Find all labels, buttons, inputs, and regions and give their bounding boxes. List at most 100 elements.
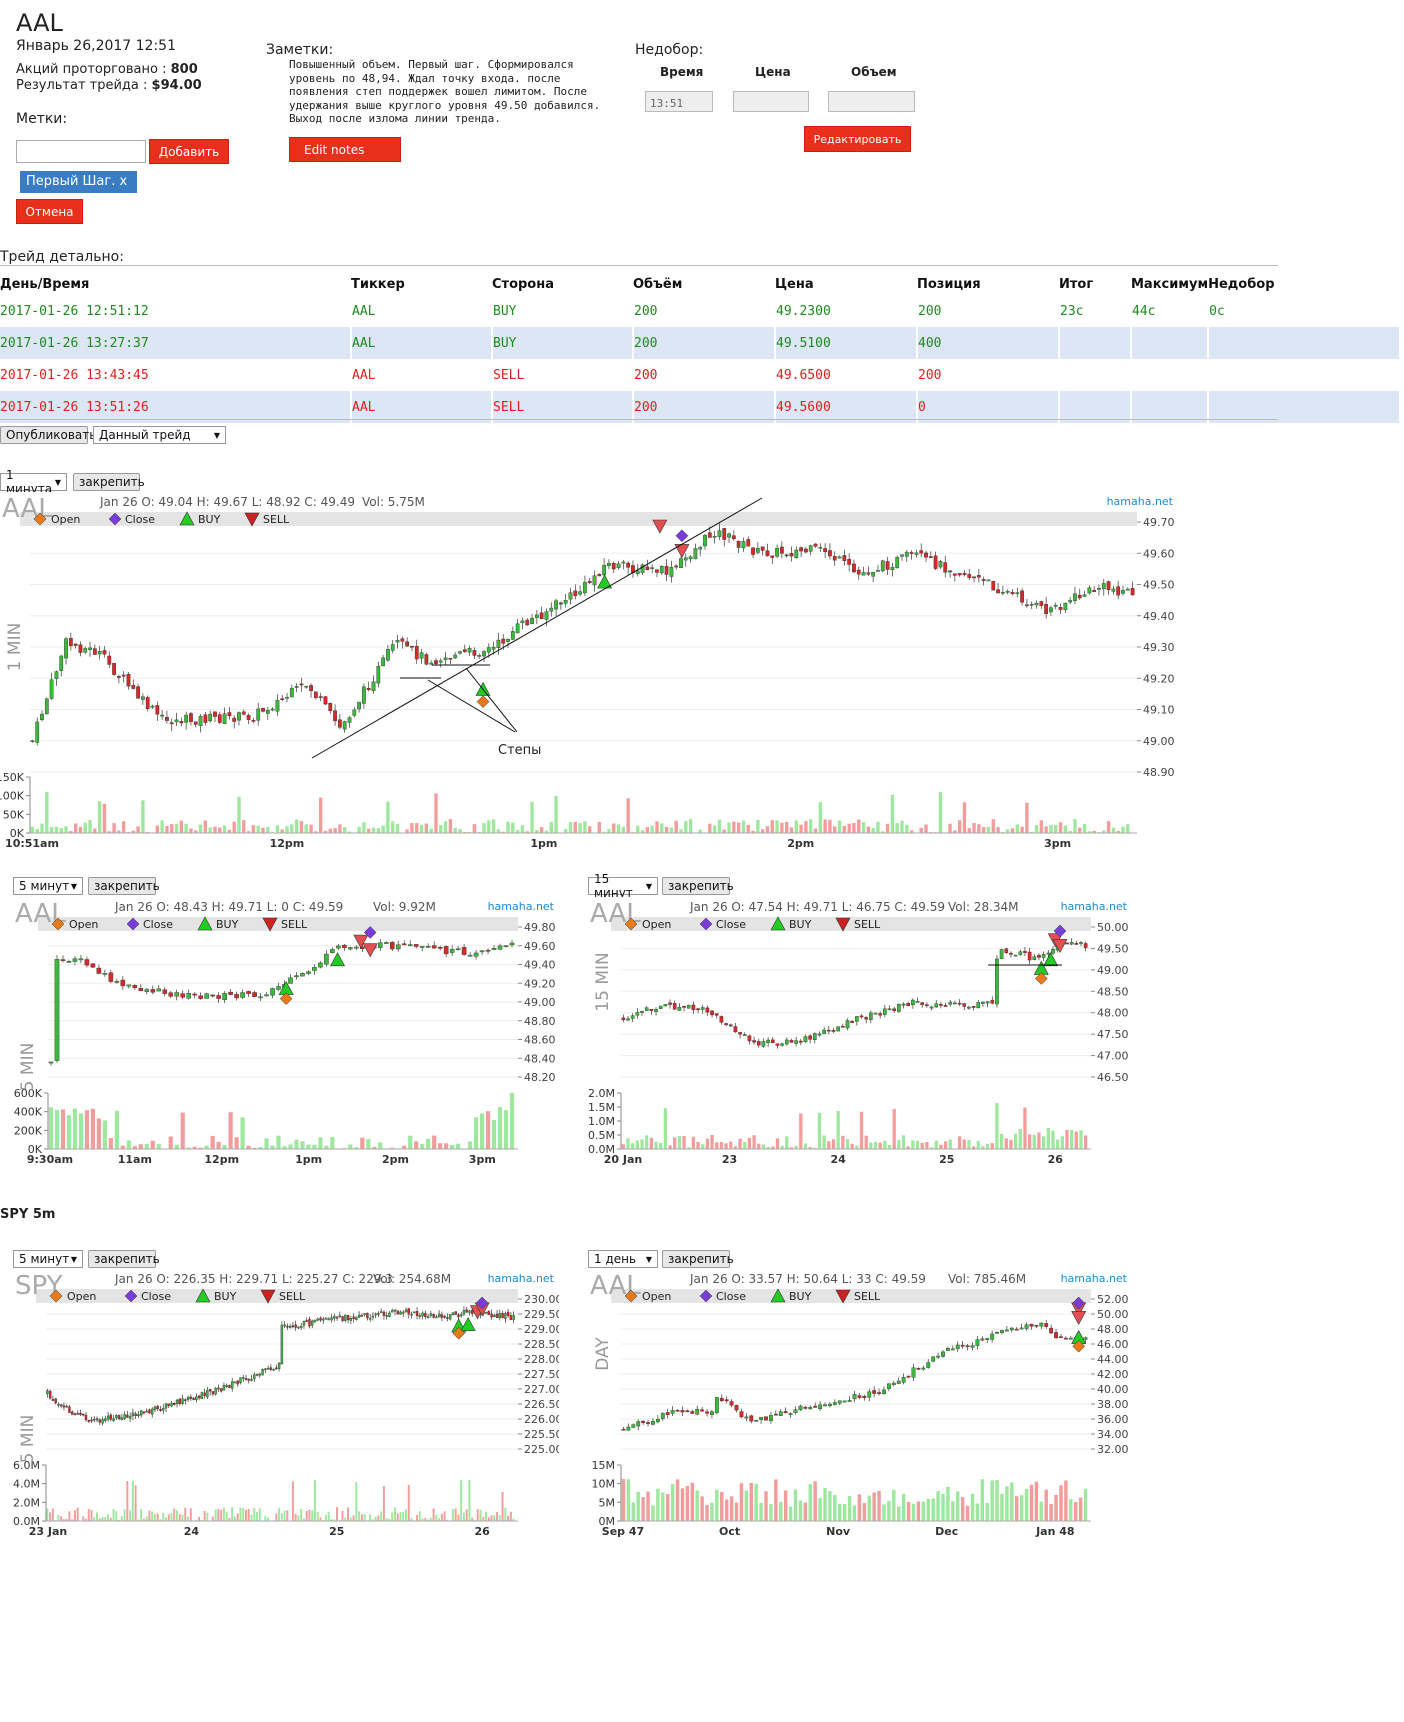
cancel-button[interactable]: Отмена <box>16 199 83 224</box>
trade-scope-select[interactable]: Данный трейд ▼ <box>93 426 226 444</box>
y-tick-label: 52.00 <box>1097 1293 1129 1306</box>
volume-bar <box>432 1508 435 1521</box>
volume-bar <box>189 1508 192 1521</box>
candle-body <box>769 1415 773 1421</box>
candle-body <box>506 1311 510 1316</box>
volume-bar <box>217 1508 220 1521</box>
timeframe-select[interactable]: 5 минут ▼ <box>13 877 83 895</box>
candle-body <box>882 1389 886 1395</box>
candle-body <box>558 602 563 605</box>
shortfall-time-input[interactable]: 13:51 <box>645 91 713 112</box>
candle-body <box>710 1411 714 1415</box>
volume-bar <box>503 1110 509 1149</box>
volume-bar <box>645 827 650 833</box>
candle-body <box>651 1421 655 1425</box>
candle-body <box>793 1409 798 1413</box>
candle-body <box>1125 588 1130 591</box>
dropdown-arrow-icon: ▼ <box>645 881 652 891</box>
volume-bar <box>443 821 448 833</box>
chart-svg: 50.00 49.50 49.00 48.50 48.00 47.50 47.00 46.50… <box>588 899 1128 1166</box>
volume-bar <box>651 1505 655 1521</box>
candle-body <box>174 719 179 723</box>
edit-notes-button[interactable]: Edit notes <box>289 137 401 162</box>
candle-body <box>275 1367 278 1370</box>
candle-body <box>155 705 160 715</box>
cell-volume: 200 <box>633 327 776 359</box>
timeframe-select[interactable]: 15 минут ▼ <box>588 872 658 900</box>
pin-chart-button[interactable]: закрепить <box>662 1250 734 1268</box>
volume-bar <box>253 1507 256 1521</box>
edit-shortfall-button[interactable]: Редактировать <box>804 126 911 152</box>
volume-bar <box>509 1093 515 1149</box>
volume-bar <box>700 1496 704 1521</box>
volume-bar <box>669 827 674 833</box>
candle-body <box>1049 607 1053 613</box>
candle-body <box>847 1400 852 1402</box>
volume-bar <box>688 819 693 833</box>
volume-bar <box>330 1137 335 1149</box>
shortfall-volume-input[interactable] <box>828 91 915 112</box>
candle-body <box>729 1401 734 1406</box>
candle-body <box>84 1414 88 1420</box>
candle-body <box>371 681 376 691</box>
col-short: Недобор <box>1208 276 1275 292</box>
volume-bar <box>769 1504 773 1521</box>
candle-body <box>399 1311 402 1315</box>
candle-body <box>880 560 885 572</box>
volume-bar <box>239 1507 242 1521</box>
candle-body <box>150 989 156 993</box>
volume-bar <box>360 1137 365 1149</box>
tag-input[interactable] <box>16 140 146 163</box>
candle-body <box>467 954 473 957</box>
shortfall-title: Недобор: <box>635 42 704 58</box>
candle-body <box>162 989 168 994</box>
candle-body <box>852 1394 857 1400</box>
volume-bar <box>818 802 822 833</box>
candle-body <box>251 720 256 722</box>
publish-button[interactable]: Опубликовать <box>0 426 96 444</box>
pin-chart-button[interactable]: закрепить <box>88 877 160 895</box>
candle-body <box>775 548 779 557</box>
x-tick-label: Dec <box>935 1525 958 1538</box>
volume-bar <box>744 1490 749 1521</box>
tag-chip[interactable]: Первый Шаг. x <box>20 171 137 193</box>
timeframe-select[interactable]: 1 день ▼ <box>588 1250 658 1268</box>
vol-tick-label: 10M <box>592 1478 616 1491</box>
volume-bar <box>174 1144 179 1149</box>
candle-body <box>877 1392 881 1394</box>
candle-body <box>738 1032 742 1035</box>
candle-body <box>376 665 381 684</box>
candle-body <box>1083 943 1088 948</box>
volume-bar <box>509 1511 512 1521</box>
candle-body <box>120 979 126 987</box>
candle-body <box>1034 602 1039 606</box>
volume-bar <box>530 801 534 833</box>
candle-body <box>670 1410 675 1414</box>
candle-body <box>1073 593 1077 601</box>
pin-chart-button[interactable]: закрепить <box>88 1250 160 1268</box>
candle-body <box>995 1332 999 1334</box>
candle-body <box>563 600 568 604</box>
candle-body <box>410 645 414 648</box>
candle-body <box>710 1010 714 1016</box>
volume-bar <box>823 819 827 833</box>
candle-body <box>616 563 621 568</box>
candle-body <box>164 1403 168 1409</box>
pin-chart-button[interactable]: закрепить <box>73 473 145 491</box>
volume-bar <box>242 820 246 833</box>
pin-chart-button[interactable]: закрепить <box>662 877 734 895</box>
add-tag-button[interactable]: Добавить <box>149 139 229 164</box>
x-tick-label: 10:51am <box>5 837 59 850</box>
chart-source-link: hamaha.net <box>1061 1272 1128 1285</box>
candle-body <box>66 961 72 963</box>
volume-bar <box>347 1507 350 1521</box>
candle-body <box>636 1421 641 1427</box>
volume-bar <box>850 1143 854 1149</box>
shortfall-price-input[interactable] <box>733 91 809 112</box>
candle-body <box>842 1400 847 1403</box>
timeframe-select[interactable]: 5 минут ▼ <box>13 1250 83 1268</box>
timeframe-select[interactable]: 1 минута ▼ <box>0 468 67 496</box>
volume-bar <box>357 826 361 833</box>
candle-body <box>976 575 981 578</box>
candle-body <box>443 657 448 660</box>
